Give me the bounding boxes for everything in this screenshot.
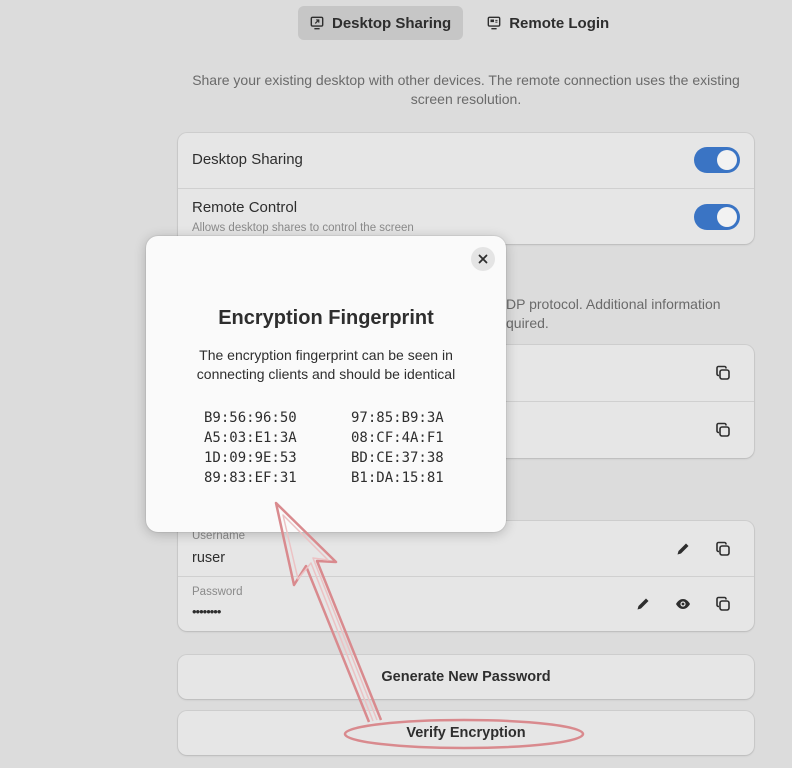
pencil-icon [637, 598, 649, 610]
tab-remote-login[interactable]: Remote Login [475, 6, 621, 40]
intro-description: Share your existing desktop with other d… [192, 72, 740, 107]
desktop-share-icon [310, 16, 324, 30]
copy-address-button[interactable] [710, 360, 736, 386]
dialog-title: Encryption Fingerprint [218, 307, 434, 329]
fingerprint-segment: 97:85:B9:3A [351, 410, 444, 426]
password-label: Password [192, 586, 243, 598]
remote-control-label: Remote Control [192, 199, 298, 216]
copy-password-button[interactable] [710, 591, 736, 617]
eye-icon [676, 599, 690, 609]
show-password-button[interactable] [670, 591, 696, 617]
remote-login-icon [487, 16, 501, 30]
password-row: Password •••••••• [178, 576, 754, 631]
sharing-settings-card: Desktop Sharing Remote Control Allows de… [178, 133, 754, 244]
edit-username-button[interactable] [670, 536, 696, 562]
copy-icon [716, 422, 730, 437]
password-value[interactable]: •••••••• [192, 604, 221, 619]
dialog-close-button[interactable] [471, 247, 495, 271]
username-value[interactable]: ruser [192, 550, 225, 566]
fingerprint-segment: 89:83:EF:31 [204, 470, 297, 486]
fingerprint-segment: BD:CE:37:38 [351, 450, 444, 466]
dialog-description: The encryption fingerprint can be seen i… [196, 347, 456, 382]
desktop-sharing-label: Desktop Sharing [192, 151, 303, 168]
fingerprint-segment: A5:03:E1:3A [204, 430, 297, 446]
tab-remote-login-label: Remote Login [509, 14, 610, 32]
close-icon [478, 254, 488, 264]
copy-icon [716, 365, 730, 380]
fingerprint-segment: B9:56:96:50 [204, 410, 297, 426]
generate-new-password-button[interactable]: Generate New Password [178, 655, 754, 699]
protocol-description-fragment: DP protocol. Additional information quir… [506, 295, 721, 333]
view-switcher: Desktop Sharing Remote Login [298, 6, 621, 40]
tab-desktop-sharing-label: Desktop Sharing [332, 14, 452, 32]
copy-icon [716, 541, 730, 556]
desktop-sharing-toggle[interactable] [694, 147, 740, 173]
protocol-description-line-2: quired. [506, 315, 549, 331]
protocol-description-line-1: DP protocol. Additional information [506, 296, 721, 312]
edit-password-button[interactable] [630, 591, 656, 617]
fingerprint-grid: B9:56:96:50 97:85:B9:3A A5:03:E1:3A 08:C… [204, 409, 451, 488]
remote-control-toggle[interactable] [694, 204, 740, 230]
copy-username-button[interactable] [710, 536, 736, 562]
desktop-sharing-row[interactable]: Desktop Sharing [178, 133, 754, 188]
copy-port-button[interactable] [710, 417, 736, 443]
tab-desktop-sharing[interactable]: Desktop Sharing [298, 6, 464, 40]
pencil-icon [677, 543, 689, 555]
fingerprint-segment: 08:CF:4A:F1 [351, 430, 444, 446]
verify-encryption-button[interactable]: Verify Encryption [178, 711, 754, 755]
remote-control-subtitle: Allows desktop shares to control the scr… [192, 222, 414, 234]
fingerprint-segment: B1:DA:15:81 [351, 470, 444, 486]
encryption-fingerprint-dialog: Encryption Fingerprint The encryption fi… [146, 236, 506, 532]
fingerprint-segment: 1D:09:9E:53 [204, 450, 297, 466]
copy-icon [716, 596, 730, 611]
login-details-card: Username ruser Password •••••••• [178, 521, 754, 631]
